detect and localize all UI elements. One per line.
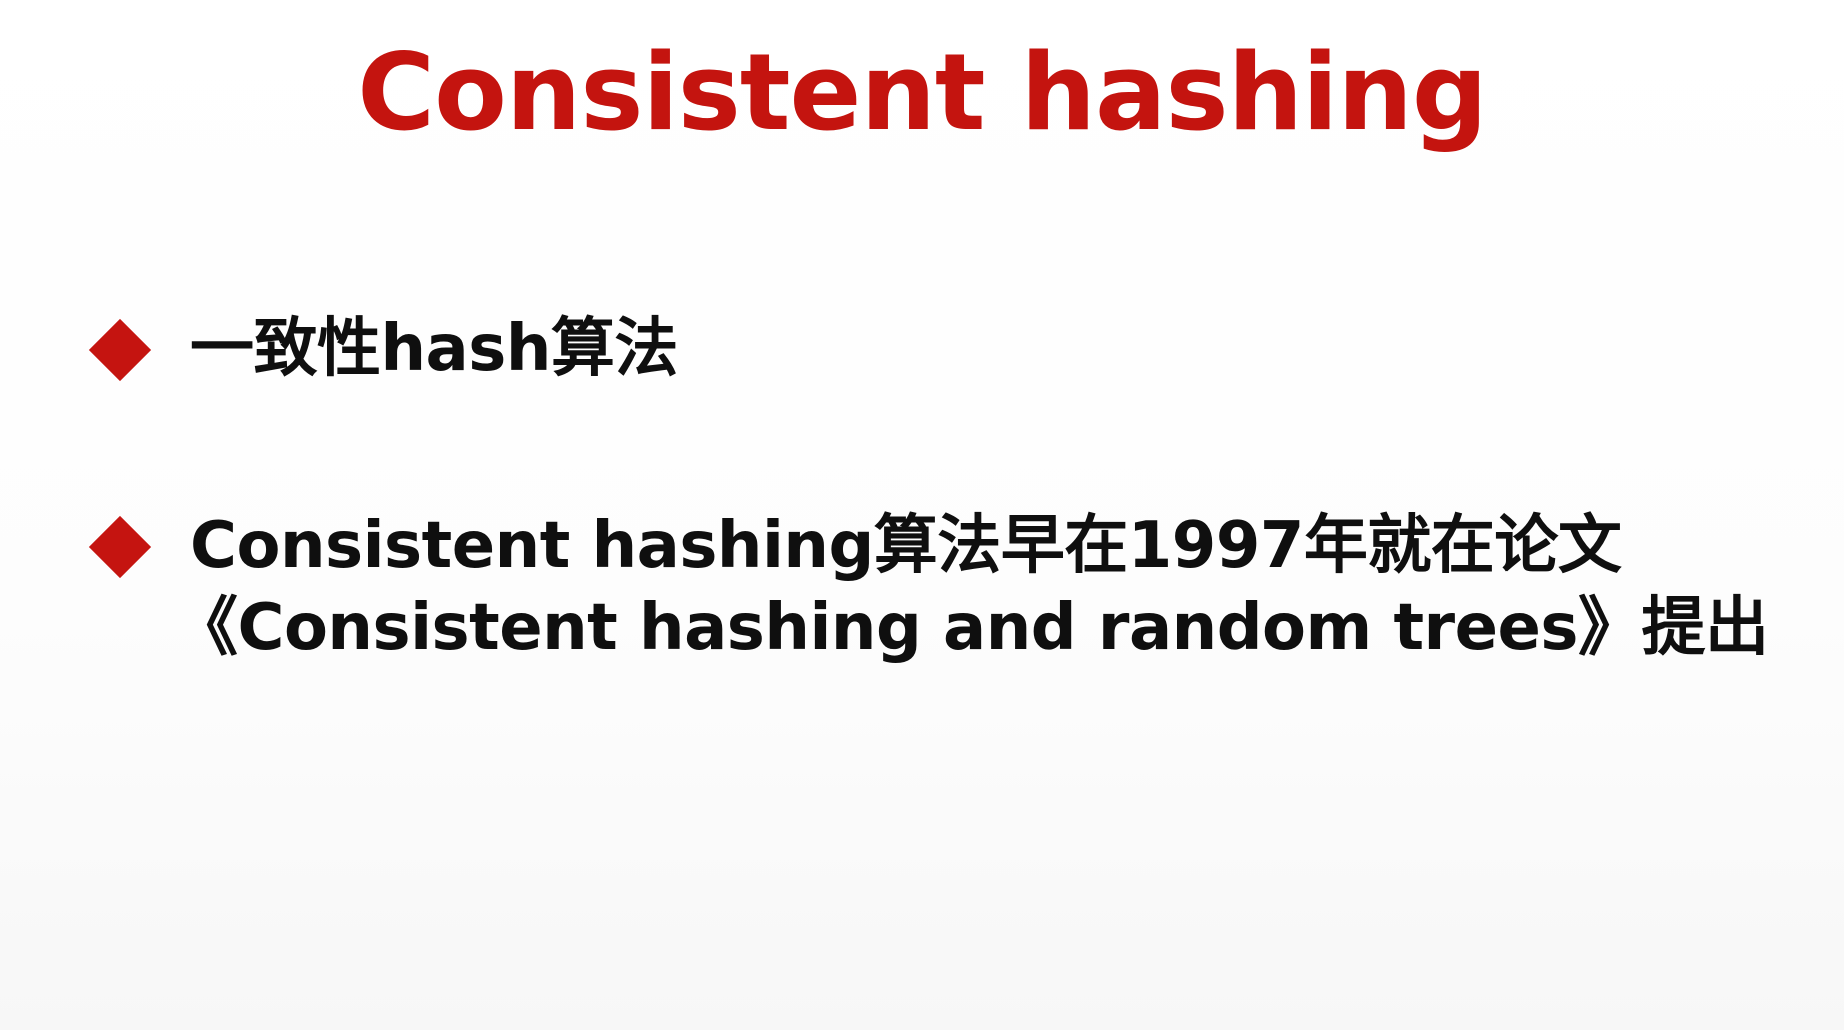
red-diamond-icon [88,318,152,382]
bullet-item-1: 一致性hash算法 [88,308,678,390]
bullet-text-2: Consistent hashing算法早在1997年就在论文 《Consist… [174,505,1769,669]
slide: Consistent hashing 一致性hash算法 Consistent … [0,0,1844,1030]
red-diamond-icon [88,515,152,579]
slide-title: Consistent hashing [357,31,1487,154]
bullet-1-line-1: 一致性hash算法 [190,312,678,386]
bullet-2-line-1: Consistent hashing算法早在1997年就在论文 [190,509,1622,583]
bullet-item-2: Consistent hashing算法早在1997年就在论文 《Consist… [88,505,1769,669]
bullet-2-line-2: 《Consistent hashing and random trees》提出 [174,591,1769,665]
bullet-text-1: 一致性hash算法 [190,308,678,390]
